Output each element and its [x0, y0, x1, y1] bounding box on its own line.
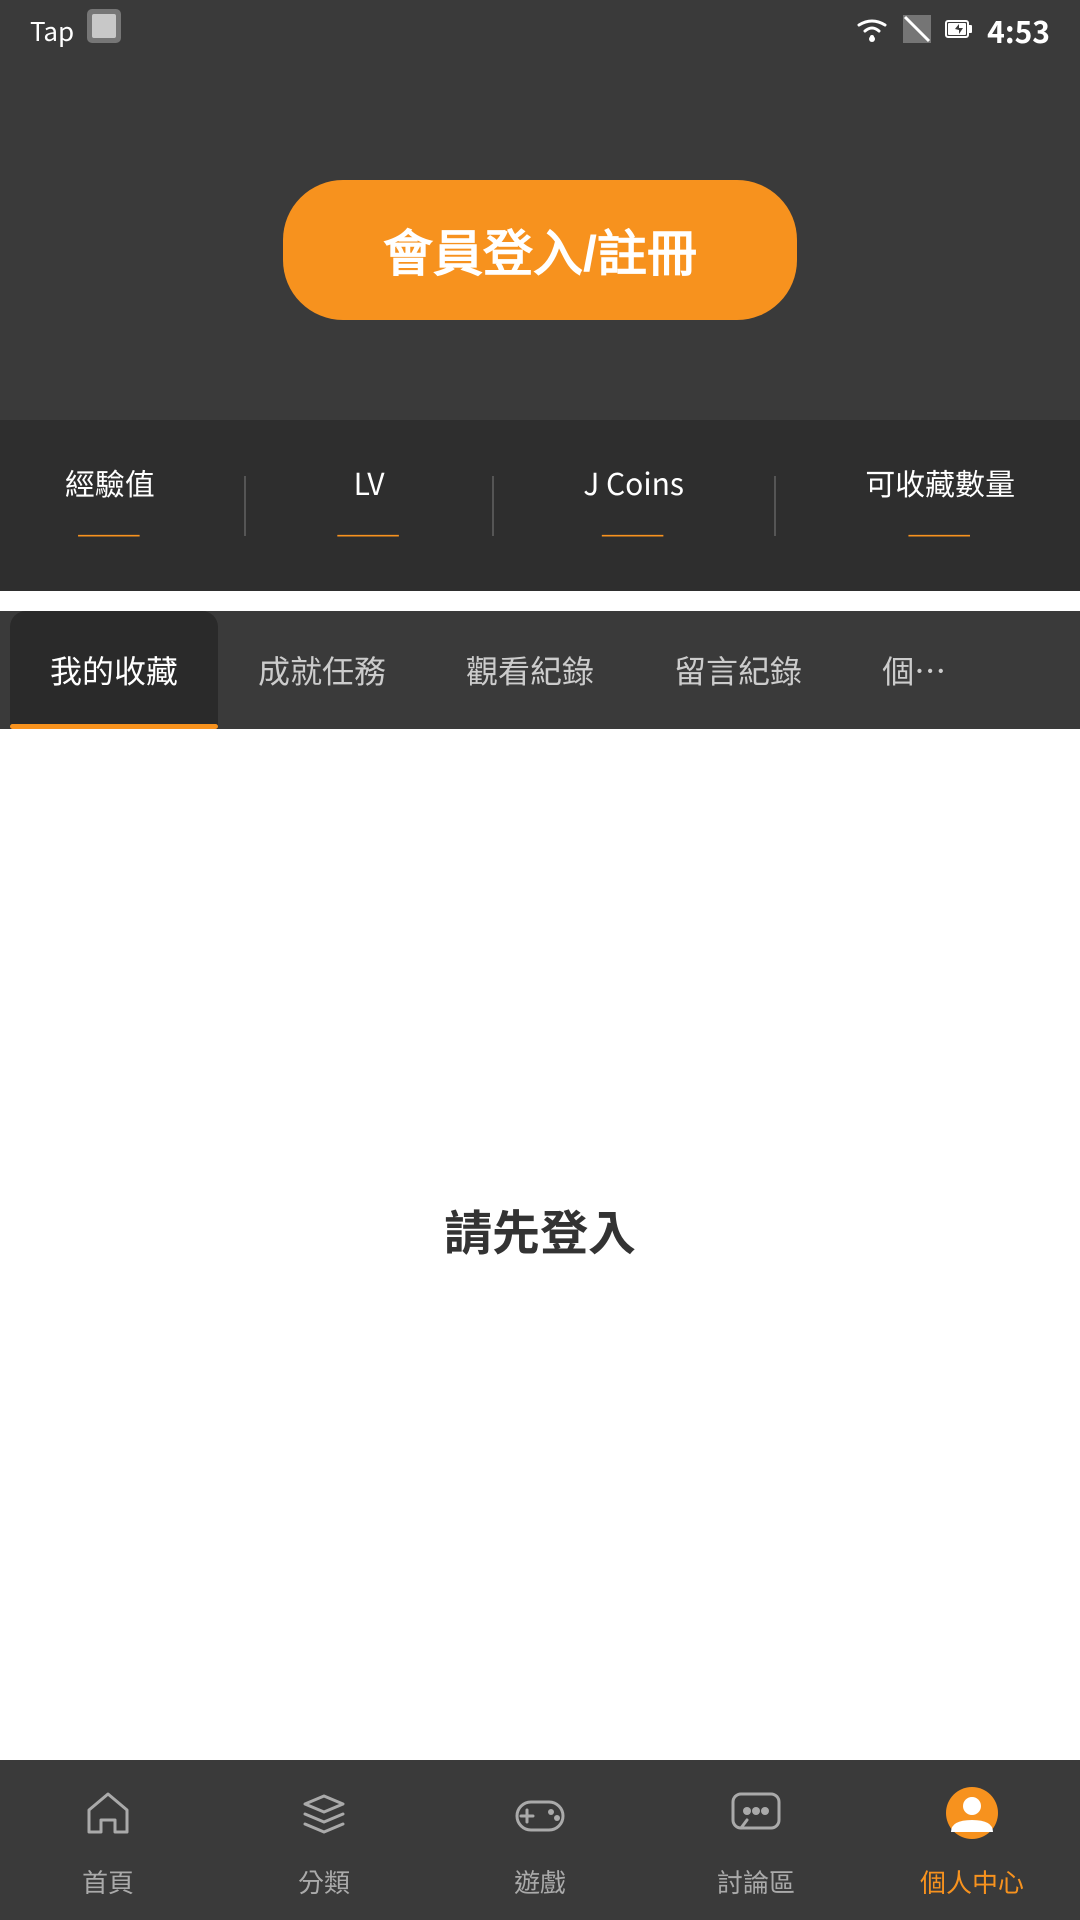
stat-level: LV ———: [336, 460, 402, 551]
stat-coins-value: ———: [601, 514, 667, 551]
stat-experience-value: ———: [77, 514, 143, 551]
nav-forum[interactable]: 討論區: [648, 1780, 864, 1900]
status-bar: Tap: [0, 0, 1080, 60]
stat-level-label: LV: [354, 460, 385, 504]
status-right: 4:53: [855, 8, 1050, 52]
stat-collectible: 可收藏數量 ———: [865, 460, 1015, 551]
login-button[interactable]: 會員登入/註冊: [283, 180, 797, 320]
battery-icon: [945, 8, 973, 52]
nav-games-label: 遊戲: [514, 1863, 566, 1900]
nav-games[interactable]: 遊戲: [432, 1780, 648, 1900]
wifi-icon: [855, 8, 889, 52]
tab-watch-history[interactable]: 觀看紀錄: [426, 611, 634, 729]
layers-icon: [297, 1780, 351, 1855]
tab-achievements[interactable]: 成就任務: [218, 611, 426, 729]
nav-forum-label: 討論區: [717, 1863, 795, 1900]
nav-category[interactable]: 分類: [216, 1780, 432, 1900]
nav-home-label: 首頁: [82, 1863, 134, 1900]
stat-divider-2: [492, 476, 494, 536]
tab-comment-history[interactable]: 留言紀錄: [634, 611, 842, 729]
signal-icon: [903, 8, 931, 52]
home-icon: [81, 1780, 135, 1855]
profile-area: 會員登入/註冊: [0, 60, 1080, 420]
status-left: Tap: [30, 8, 122, 53]
nav-home[interactable]: 首頁: [0, 1780, 216, 1900]
gamepad-icon: [513, 1780, 567, 1855]
stat-collectible-value: ———: [907, 514, 973, 551]
app-icon: [86, 8, 122, 53]
please-login-text: 請先登入: [444, 1194, 636, 1264]
tab-my-collections[interactable]: 我的收藏: [10, 611, 218, 729]
time-display: 4:53: [987, 8, 1050, 52]
app-label: Tap: [30, 12, 74, 49]
stat-level-value: ———: [336, 514, 402, 551]
stat-experience-label: 經驗值: [65, 460, 155, 504]
nav-profile-label: 個人中心: [920, 1863, 1024, 1900]
stat-coins-label: J Coins: [583, 460, 684, 504]
stat-experience: 經驗值 ———: [65, 460, 155, 551]
main-content: 請先登入: [0, 729, 1080, 1729]
nav-profile[interactable]: 個人中心: [864, 1780, 1080, 1900]
stat-divider-1: [244, 476, 246, 536]
nav-category-label: 分類: [298, 1863, 350, 1900]
stat-divider-3: [774, 476, 776, 536]
tabs-container: 我的收藏 成就任務 觀看紀錄 留言紀錄 個…: [0, 611, 1080, 729]
person-icon: [945, 1780, 999, 1855]
tab-personal[interactable]: 個…: [842, 611, 986, 729]
stat-coins: J Coins ———: [583, 460, 684, 551]
stats-bar: 經驗值 ——— LV ——— J Coins ——— 可收藏數量 ———: [0, 420, 1080, 591]
chat-icon: [729, 1780, 783, 1855]
stat-collectible-label: 可收藏數量: [865, 460, 1015, 504]
bottom-nav: 首頁 分類 遊戲: [0, 1760, 1080, 1920]
